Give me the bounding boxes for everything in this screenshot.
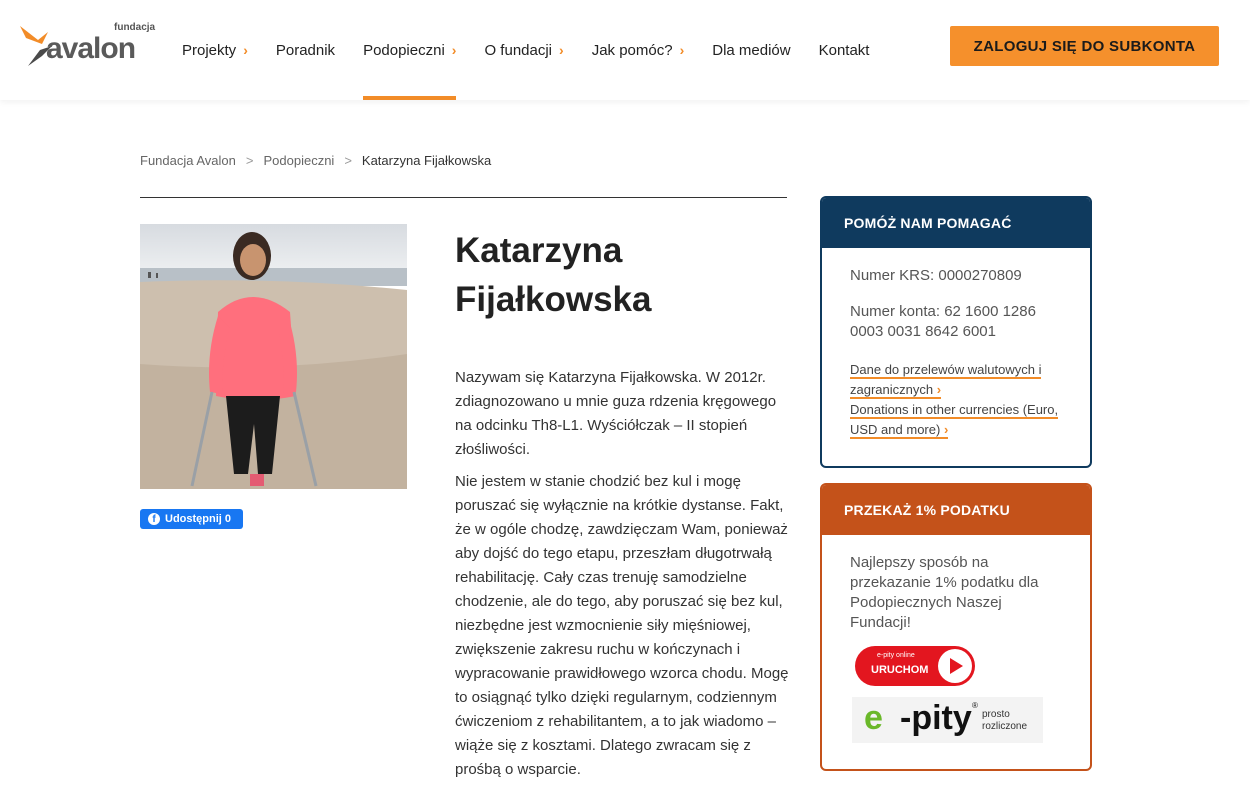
nav-jak-pomoc[interactable]: Jak pomóc? › <box>578 0 699 100</box>
profile-photo <box>140 224 407 489</box>
login-subaccount-button[interactable]: ZALOGUJ SIĘ DO SUBKONTA <box>950 26 1219 66</box>
breadcrumb-separator: > <box>344 153 352 168</box>
tax-box-text: Najlepszy sposób na przekazanie 1% podat… <box>850 554 1039 631</box>
nav-label: Projekty <box>182 41 237 59</box>
epity-tagline: prosto rozliczone <box>982 709 1027 733</box>
nav-dla-mediow[interactable]: Dla mediów <box>698 0 804 100</box>
nav-podopieczni[interactable]: Podopieczni › <box>349 0 470 100</box>
article-paragraph: Nazywam się Katarzyna Fijałkowska. W 201… <box>455 369 777 458</box>
nav-label: O fundacji <box>484 41 553 59</box>
nav-label: Poradnik <box>275 41 336 59</box>
breadcrumb-home[interactable]: Fundacja Avalon <box>140 153 236 168</box>
article-paragraph: Nie jestem w stanie chodzić bez kul i mo… <box>455 473 789 778</box>
breadcrumb-section[interactable]: Podopieczni <box>263 153 334 168</box>
logo-big-text: avalon <box>46 32 136 65</box>
nav-label: Kontakt <box>818 41 870 59</box>
tagline-line: prosto <box>982 709 1010 720</box>
epity-logo-pity: -pity <box>900 699 972 737</box>
tax-box-title: PRZEKAŻ 1% PODATKU <box>822 485 1090 535</box>
nav-label: Jak pomóc? <box>591 41 673 59</box>
chevron-right-icon: › <box>943 422 949 437</box>
chevron-right-icon: › <box>559 42 564 58</box>
share-label: Udostępnij 0 <box>165 513 232 525</box>
epity-launch-button[interactable]: e-pity online URUCHOM <box>855 646 975 686</box>
link-text: Dane do przelewów walutowych i zagranicz… <box>850 362 1042 397</box>
help-box: POMÓŻ NAM POMAGAĆ Numer KRS: 0000270809 … <box>820 196 1092 468</box>
facebook-icon: f <box>148 513 160 525</box>
account-number: Numer konta: 62 1600 1286 0003 0031 8642… <box>850 303 1036 340</box>
page-title: Katarzyna Fijałkowska <box>455 231 652 319</box>
krs-number: Numer KRS: 0000270809 <box>850 267 1022 284</box>
tax-box: PRZEKAŻ 1% PODATKU Najlepszy sposób na p… <box>820 483 1092 771</box>
epity-logo-e: e <box>864 699 883 737</box>
nav-label: Dla mediów <box>712 41 791 59</box>
epity-logo[interactable]: e -pity ® prosto rozliczone <box>852 697 1043 743</box>
facebook-share-button[interactable]: f Udostępnij 0 <box>140 509 243 529</box>
tagline-line: rozliczone <box>982 721 1028 732</box>
site-header: fundacja avalon Projekty › Poradnik Podo… <box>0 0 1250 100</box>
breadcrumb: Fundacja Avalon > Podopieczni > Katarzyn… <box>140 153 491 168</box>
help-box-title: POMÓŻ NAM POMAGAĆ <box>822 198 1090 248</box>
registered-mark: ® <box>972 701 978 710</box>
chevron-right-icon: › <box>679 42 685 58</box>
breadcrumb-current: Katarzyna Fijałkowska <box>361 153 492 168</box>
nav-kontakt[interactable]: Kontakt <box>805 0 884 100</box>
chevron-right-icon: › <box>243 42 248 58</box>
divider <box>140 197 787 198</box>
nav-projekty[interactable]: Projekty › <box>168 0 262 100</box>
nav-poradnik[interactable]: Poradnik <box>262 0 349 100</box>
breadcrumb-separator: > <box>245 153 254 168</box>
other-currencies-link[interactable]: Donations in other currencies (Euro, USD… <box>850 402 1059 439</box>
foreign-transfer-link[interactable]: Dane do przelewów walutowych i zagranicz… <box>850 362 1042 399</box>
nav-label: Podopieczni <box>363 41 445 59</box>
main-nav: Projekty › Poradnik Podopieczni › O fund… <box>168 0 883 100</box>
avalon-logo[interactable]: fundacja avalon <box>18 18 158 70</box>
chevron-right-icon: › <box>451 42 457 58</box>
link-text: Donations in other currencies (Euro, USD… <box>850 402 1059 437</box>
chevron-right-icon: › <box>936 382 942 397</box>
epity-small-text: e-pity online <box>877 652 915 659</box>
play-icon <box>938 649 972 683</box>
nav-o-fundacji[interactable]: O fundacji › <box>470 0 577 100</box>
epity-big-text: URUCHOM <box>871 664 929 676</box>
article-body: Nazywam się Katarzyna Fijałkowska. W 201… <box>455 366 790 790</box>
